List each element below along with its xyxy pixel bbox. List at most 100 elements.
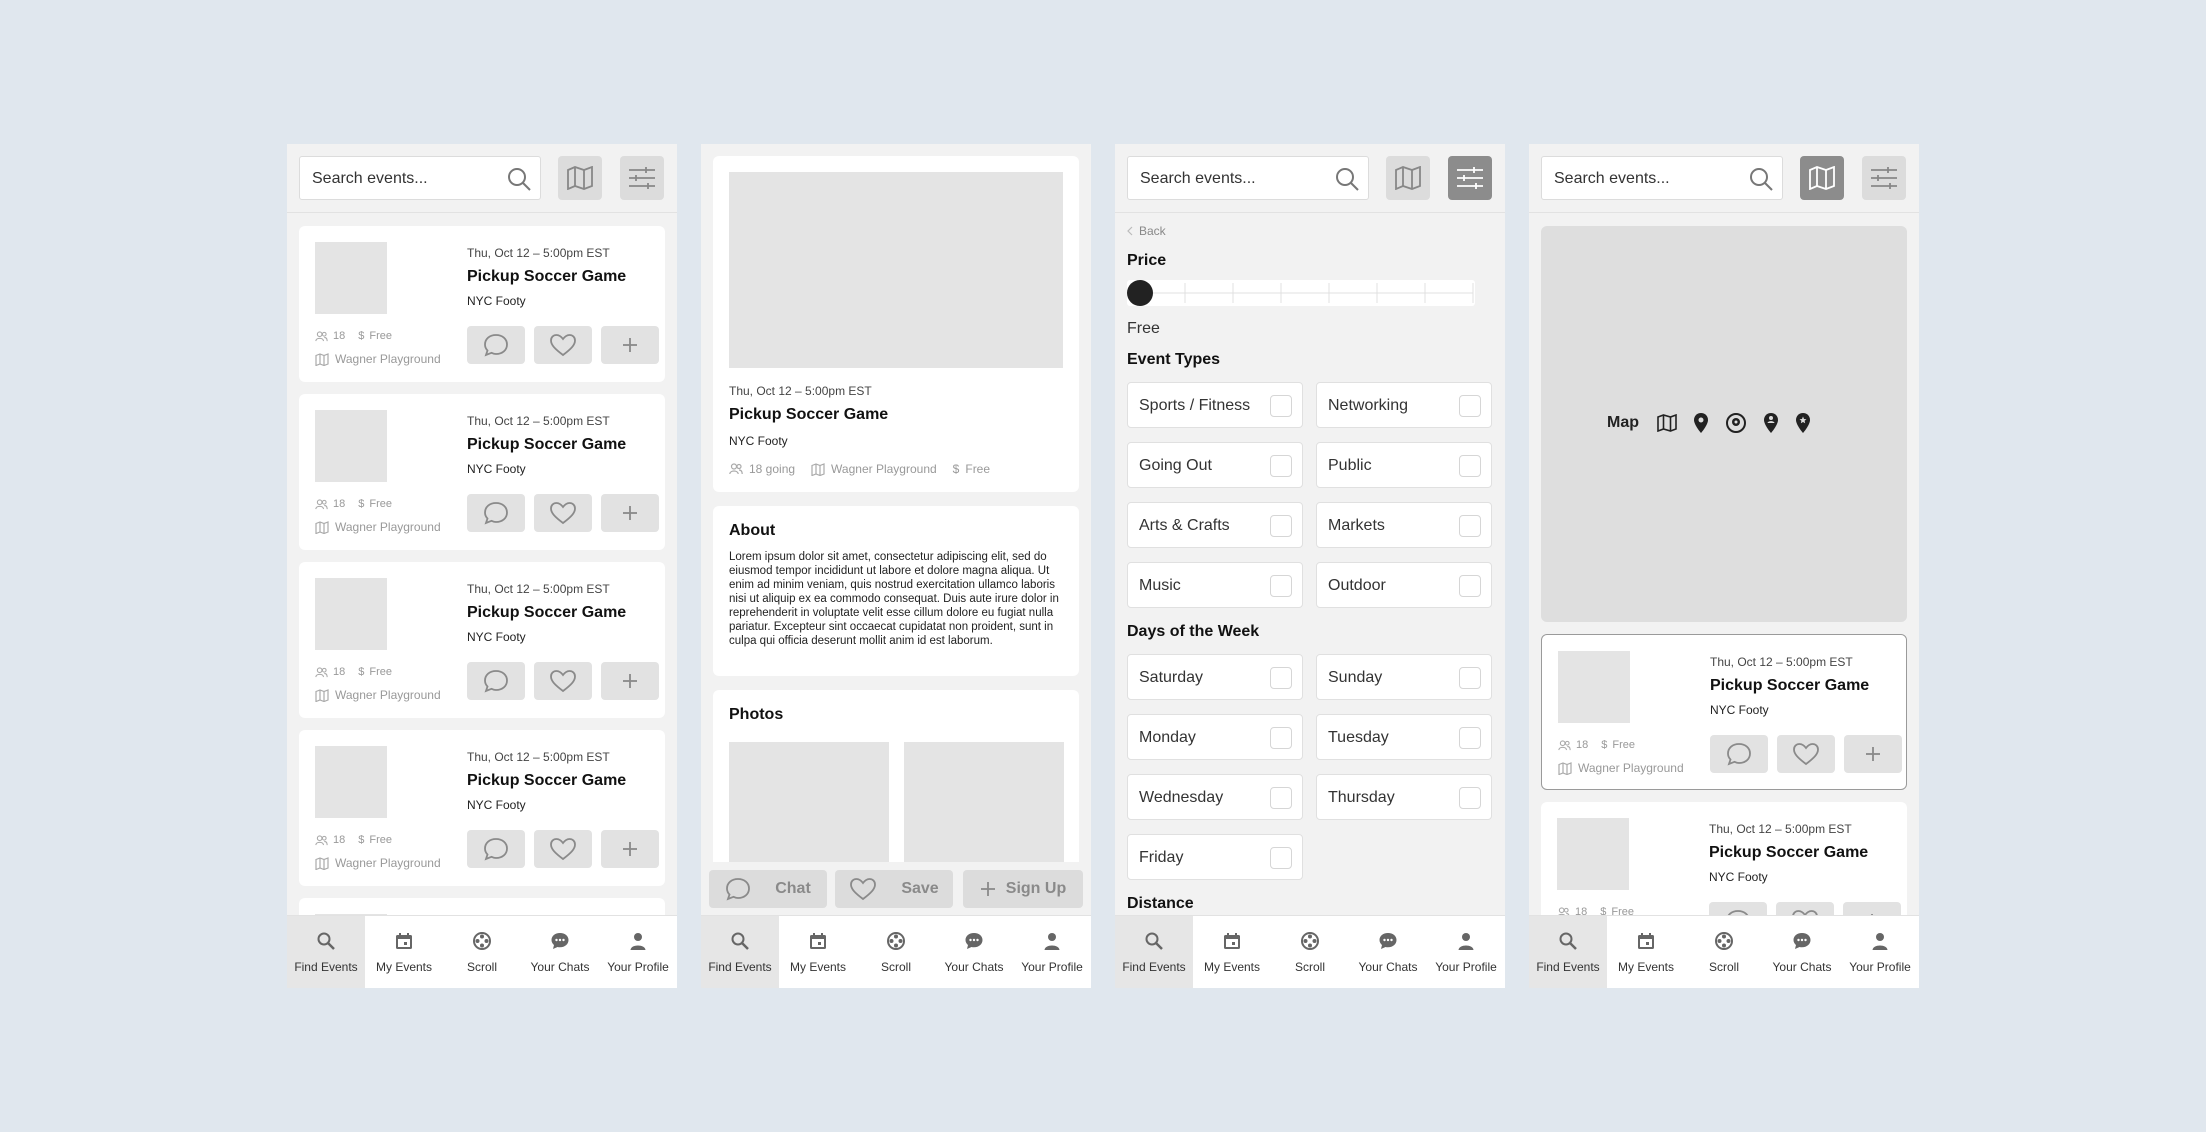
chat-button[interactable] xyxy=(1710,735,1768,773)
option-label: Tuesday xyxy=(1328,729,1389,746)
event-card-selected[interactable]: Thu, Oct 12 – 5:00pm EST Pickup Soccer Ga… xyxy=(1541,634,1907,790)
nav-find-events[interactable]: Find Events xyxy=(1529,916,1607,988)
search-input[interactable]: Search events... xyxy=(1541,156,1783,200)
search-input[interactable]: Search events... xyxy=(299,156,541,200)
save-button[interactable]: Save xyxy=(835,870,953,908)
nav-my-events[interactable]: My Events xyxy=(779,916,857,988)
nav-your-profile[interactable]: Your Profile xyxy=(599,916,677,988)
chat-button[interactable] xyxy=(467,494,525,532)
map-view-button[interactable] xyxy=(1386,156,1430,200)
checkbox[interactable] xyxy=(1459,727,1481,749)
filter-option-sports-fitness[interactable]: Sports / Fitness xyxy=(1127,382,1303,428)
nav-find-events[interactable]: Find Events xyxy=(701,916,779,988)
checkbox[interactable] xyxy=(1459,787,1481,809)
filter-button[interactable] xyxy=(620,156,664,200)
map-view-button[interactable] xyxy=(558,156,602,200)
filter-option-sunday[interactable]: Sunday xyxy=(1316,654,1492,700)
checkbox[interactable] xyxy=(1270,515,1292,537)
chat-bubble-icon xyxy=(484,502,508,525)
add-button[interactable] xyxy=(601,830,659,868)
nav-find-events[interactable]: Find Events xyxy=(1115,916,1193,988)
photo-thumbnail[interactable] xyxy=(729,742,889,866)
checkbox[interactable] xyxy=(1270,575,1292,597)
option-label: Public xyxy=(1328,457,1372,474)
nav-your-chats[interactable]: Your Chats xyxy=(935,916,1013,988)
checkbox[interactable] xyxy=(1459,455,1481,477)
save-button[interactable] xyxy=(534,494,592,532)
map-area[interactable]: Map xyxy=(1541,226,1907,622)
filter-option-saturday[interactable]: Saturday xyxy=(1127,654,1303,700)
checkbox[interactable] xyxy=(1270,727,1292,749)
event-card[interactable]: Thu, Oct 12 – 5:00pm EST Pickup Soccer Ga… xyxy=(299,394,665,550)
price-slider[interactable] xyxy=(1127,280,1475,306)
search-icon[interactable] xyxy=(506,166,532,192)
filter-option-wednesday[interactable]: Wednesday xyxy=(1127,774,1303,820)
checkbox[interactable] xyxy=(1270,455,1292,477)
add-button[interactable] xyxy=(601,326,659,364)
nav-your-profile[interactable]: Your Profile xyxy=(1427,916,1505,988)
event-organizer: NYC Footy xyxy=(1710,703,1769,717)
chat-button[interactable] xyxy=(467,830,525,868)
search-input[interactable]: Search events... xyxy=(1127,156,1369,200)
back-link[interactable]: Back xyxy=(1127,224,1166,238)
people-icon xyxy=(315,666,328,677)
save-button[interactable] xyxy=(534,662,592,700)
nav-your-chats[interactable]: Your Chats xyxy=(1763,916,1841,988)
nav-your-chats[interactable]: Your Chats xyxy=(521,916,599,988)
checkbox[interactable] xyxy=(1270,667,1292,689)
nav-your-profile[interactable]: Your Profile xyxy=(1841,916,1919,988)
checkbox[interactable] xyxy=(1459,667,1481,689)
filter-option-arts-crafts[interactable]: Arts & Crafts xyxy=(1127,502,1303,548)
filter-option-outdoor[interactable]: Outdoor xyxy=(1316,562,1492,608)
chevron-left-icon xyxy=(1127,226,1133,236)
filter-option-going-out[interactable]: Going Out xyxy=(1127,442,1303,488)
filter-option-friday[interactable]: Friday xyxy=(1127,834,1303,880)
chat-icon xyxy=(964,931,984,954)
nav-find-events[interactable]: Find Events xyxy=(287,916,365,988)
signup-button[interactable]: Sign Up xyxy=(963,870,1083,908)
checkbox[interactable] xyxy=(1459,575,1481,597)
reel-icon xyxy=(472,931,492,954)
save-button[interactable] xyxy=(534,326,592,364)
chat-button[interactable]: Chat xyxy=(709,870,827,908)
filter-option-networking[interactable]: Networking xyxy=(1316,382,1492,428)
chat-button[interactable] xyxy=(467,326,525,364)
filter-option-monday[interactable]: Monday xyxy=(1127,714,1303,760)
nav-scroll[interactable]: Scroll xyxy=(443,916,521,988)
checkbox[interactable] xyxy=(1270,395,1292,417)
filter-button[interactable] xyxy=(1448,156,1492,200)
save-button[interactable] xyxy=(1777,735,1835,773)
checkbox[interactable] xyxy=(1270,787,1292,809)
filter-option-markets[interactable]: Markets xyxy=(1316,502,1492,548)
nav-my-events[interactable]: My Events xyxy=(1193,916,1271,988)
filter-option-music[interactable]: Music xyxy=(1127,562,1303,608)
nav-my-events[interactable]: My Events xyxy=(1607,916,1685,988)
save-button[interactable] xyxy=(534,830,592,868)
nav-your-chats[interactable]: Your Chats xyxy=(1349,916,1427,988)
nav-scroll[interactable]: Scroll xyxy=(857,916,935,988)
add-button[interactable] xyxy=(601,494,659,532)
nav-scroll[interactable]: Scroll xyxy=(1685,916,1763,988)
map-view-button[interactable] xyxy=(1800,156,1844,200)
filter-button[interactable] xyxy=(1862,156,1906,200)
sliders-icon xyxy=(1871,167,1897,189)
event-card[interactable]: Thu, Oct 12 – 5:00pm EST Pickup Soccer Ga… xyxy=(299,226,665,382)
slider-handle[interactable] xyxy=(1127,280,1153,306)
filter-option-thursday[interactable]: Thursday xyxy=(1316,774,1492,820)
nav-your-profile[interactable]: Your Profile xyxy=(1013,916,1091,988)
checkbox[interactable] xyxy=(1459,515,1481,537)
photo-thumbnail[interactable] xyxy=(904,742,1064,866)
chat-button[interactable] xyxy=(467,662,525,700)
search-icon[interactable] xyxy=(1748,166,1774,192)
filter-option-public[interactable]: Public xyxy=(1316,442,1492,488)
checkbox[interactable] xyxy=(1270,847,1292,869)
add-button[interactable] xyxy=(1844,735,1902,773)
checkbox[interactable] xyxy=(1459,395,1481,417)
search-icon[interactable] xyxy=(1334,166,1360,192)
filter-option-tuesday[interactable]: Tuesday xyxy=(1316,714,1492,760)
event-card[interactable]: Thu, Oct 12 – 5:00pm EST Pickup Soccer Ga… xyxy=(299,562,665,718)
event-card[interactable]: Thu, Oct 12 – 5:00pm EST Pickup Soccer Ga… xyxy=(299,730,665,886)
add-button[interactable] xyxy=(601,662,659,700)
nav-scroll[interactable]: Scroll xyxy=(1271,916,1349,988)
nav-my-events[interactable]: My Events xyxy=(365,916,443,988)
